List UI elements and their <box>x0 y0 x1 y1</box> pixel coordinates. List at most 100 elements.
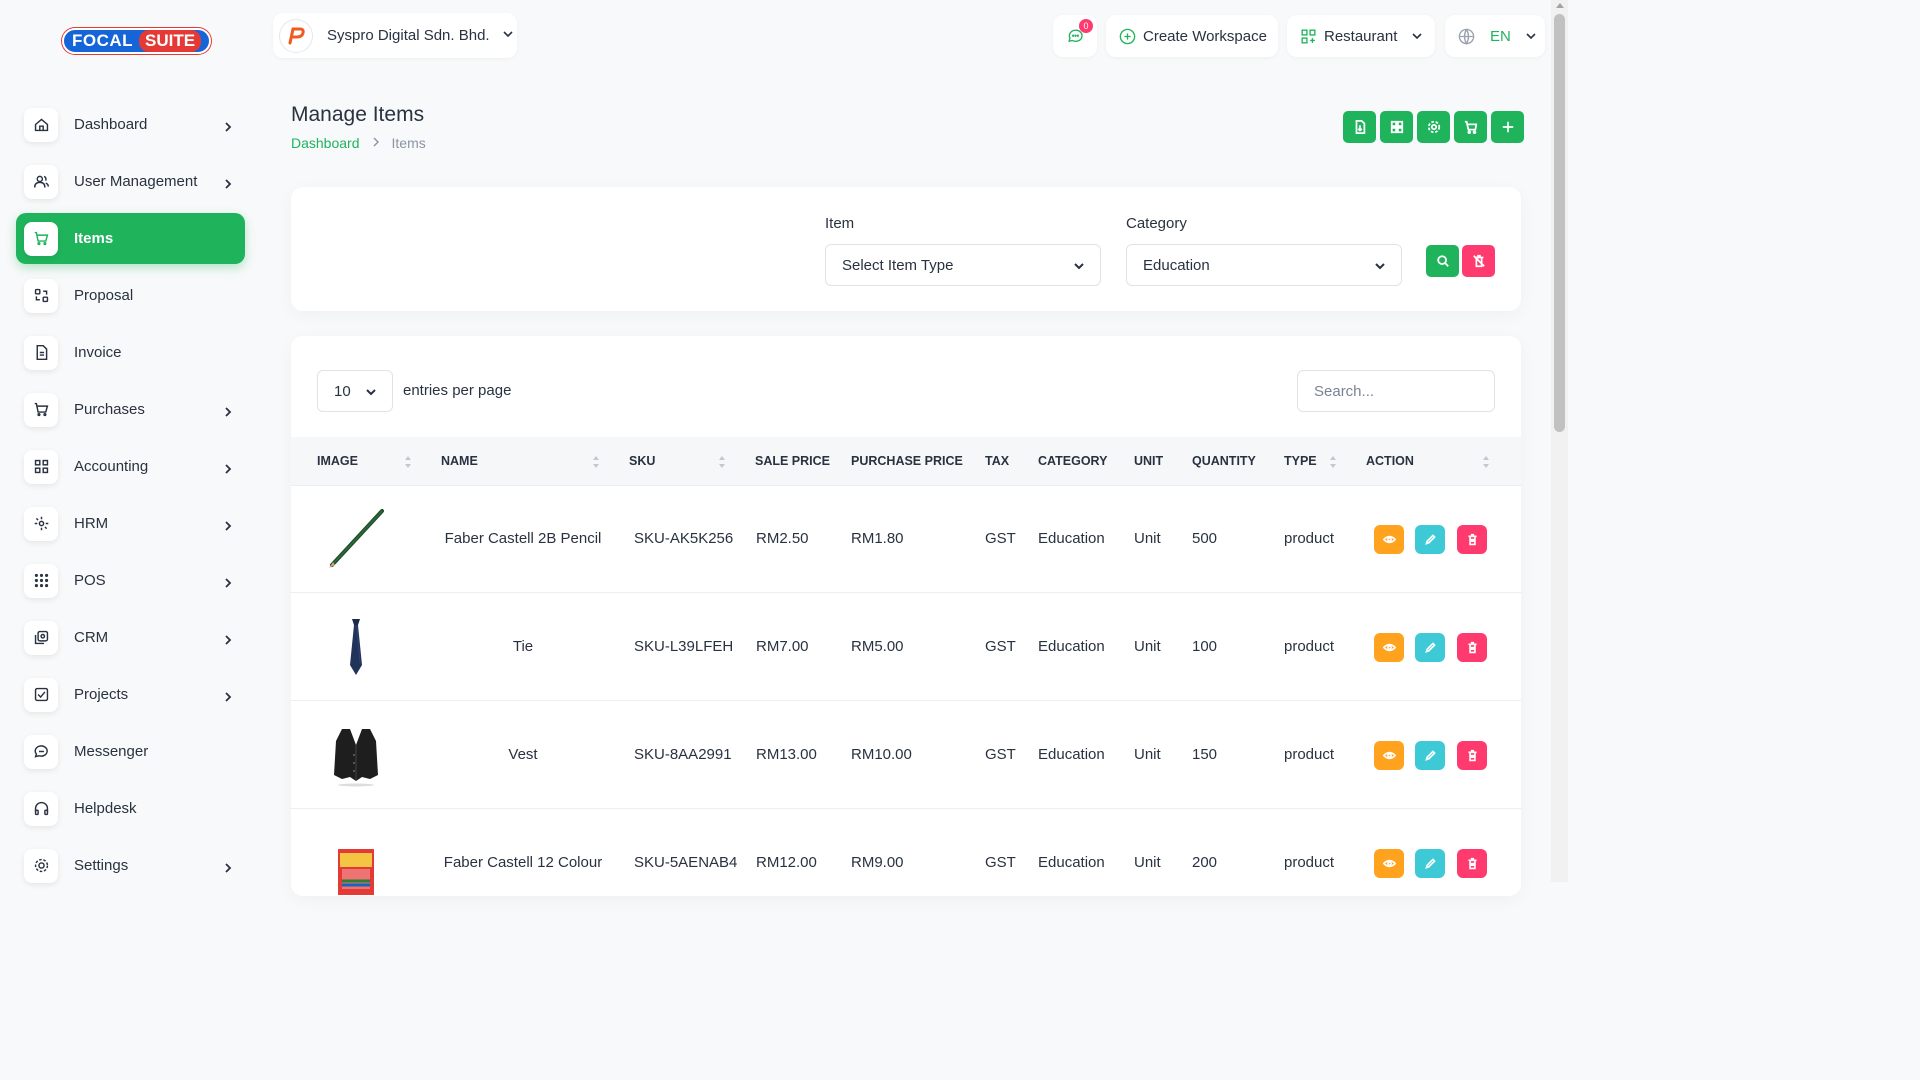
category-select[interactable]: Education <box>1126 244 1402 286</box>
create-workspace-button[interactable]: Create Workspace <box>1106 15 1278 57</box>
sort-icon[interactable] <box>718 454 726 470</box>
table-header: IMAGE NAME SKU SALE PRICE PURCHASE PRICE TAX C… <box>291 437 1521 486</box>
delete-button[interactable] <box>1457 525 1487 554</box>
users-icon <box>24 164 58 199</box>
cell-sale-price: RM7.00 <box>756 638 809 655</box>
plus-circle-icon <box>1119 28 1136 44</box>
page-scrollbar[interactable] <box>1551 0 1568 882</box>
company-switcher[interactable]: Syspro Digital Sdn. Bhd. <box>273 13 517 58</box>
eye-icon <box>1382 859 1396 868</box>
sidebar-item-hrm[interactable]: HRM <box>16 498 245 549</box>
sort-icon[interactable] <box>592 454 600 470</box>
edit-button[interactable] <box>1415 525 1445 554</box>
per-page-label: entries per page <box>403 382 512 399</box>
reset-filter-button[interactable] <box>1462 245 1495 277</box>
breadcrumb: Dashboard Items <box>291 135 426 151</box>
sort-icon[interactable] <box>1482 454 1490 470</box>
product-image <box>321 504 391 574</box>
pencil-icon <box>1424 750 1436 761</box>
gear-icon <box>1427 120 1440 134</box>
apply-filter-button[interactable] <box>1426 245 1459 277</box>
column-header-unit[interactable]: UNIT <box>1134 454 1163 468</box>
column-header-type[interactable]: TYPE <box>1284 454 1317 468</box>
scrollbar-thumb[interactable] <box>1554 14 1565 432</box>
chevron-down-icon <box>1412 33 1422 40</box>
import-button[interactable] <box>1343 111 1376 143</box>
cell-sku: SKU-5AENAB4 <box>634 854 738 871</box>
language-label: EN <box>1490 27 1511 45</box>
chevron-right-icon <box>223 461 233 474</box>
view-button[interactable] <box>1374 525 1404 554</box>
chevron-right-icon <box>223 176 233 189</box>
sidebar-item-dashboard[interactable]: Dashboard <box>16 99 245 150</box>
column-header-name[interactable]: NAME <box>441 454 478 468</box>
language-switcher[interactable]: EN <box>1445 15 1545 57</box>
sidebar-item-proposal[interactable]: Proposal <box>16 270 245 321</box>
cell-sale-price: RM12.00 <box>756 854 817 871</box>
edit-button[interactable] <box>1415 741 1445 770</box>
delete-button[interactable] <box>1457 633 1487 662</box>
items-table-card: 10 entries per page IMAGE NAME SKU SALE PRI… <box>291 336 1521 896</box>
sidebar-item-user-management[interactable]: User Management <box>16 156 245 207</box>
sidebar-item-items[interactable]: Items <box>16 213 245 264</box>
cart-button[interactable] <box>1454 111 1487 143</box>
delete-button[interactable] <box>1457 741 1487 770</box>
cell-type: product <box>1284 530 1335 547</box>
cell-name: Vest <box>508 746 538 763</box>
trash-icon <box>1467 641 1477 654</box>
cell-sku: SKU-AK5K256 <box>634 530 734 547</box>
table-search-input[interactable] <box>1297 370 1495 412</box>
cart-icon <box>24 392 58 427</box>
column-header-sku[interactable]: SKU <box>629 454 655 468</box>
hrm-icon <box>24 506 58 541</box>
logo-text-2: SUITE <box>139 30 202 52</box>
breadcrumb-dashboard[interactable]: Dashboard <box>291 135 360 151</box>
cell-sku: SKU-8AA2991 <box>634 746 732 763</box>
sidebar-item-projects[interactable]: Projects <box>16 669 245 720</box>
home-icon <box>24 107 58 142</box>
brand-logo[interactable]: FOCAL SUITE <box>62 28 212 54</box>
pencil-icon <box>1424 858 1436 869</box>
sidebar-item-helpdesk[interactable]: Helpdesk <box>16 783 245 834</box>
cell-sku: SKU-L39LFEH <box>634 638 734 655</box>
column-header-action[interactable]: ACTION <box>1366 454 1414 468</box>
sidebar-item-label: Items <box>74 230 114 247</box>
delete-button[interactable] <box>1457 849 1487 878</box>
grid-view-button[interactable] <box>1380 111 1413 143</box>
view-button[interactable] <box>1374 849 1404 878</box>
per-page-select[interactable]: 10 <box>317 370 393 412</box>
cell-purchase-price: RM9.00 <box>851 854 904 871</box>
checkbox-icon <box>24 677 58 712</box>
messages-button[interactable]: 0 <box>1053 15 1097 57</box>
column-header-image[interactable]: IMAGE <box>317 454 358 468</box>
sidebar-item-pos[interactable]: POS <box>16 555 245 606</box>
sidebar-item-settings[interactable]: Settings <box>16 840 245 891</box>
cell-type: product <box>1284 638 1335 655</box>
sort-icon[interactable] <box>1329 454 1337 470</box>
view-button[interactable] <box>1374 741 1404 770</box>
sidebar-item-messenger[interactable]: Messenger <box>16 726 245 777</box>
sidebar-item-label: Invoice <box>74 344 122 361</box>
sidebar-item-invoice[interactable]: Invoice <box>16 327 245 378</box>
sort-icon[interactable] <box>404 454 412 470</box>
column-header-sale-price[interactable]: SALE PRICE <box>755 454 830 468</box>
column-header-quantity[interactable]: QUANTITY <box>1192 454 1256 468</box>
sidebar-item-crm[interactable]: CRM <box>16 612 245 663</box>
sidebar-item-accounting[interactable]: Accounting <box>16 441 245 492</box>
edit-button[interactable] <box>1415 633 1445 662</box>
trash-icon <box>1467 533 1477 546</box>
item-type-select[interactable]: Select Item Type <box>825 244 1101 286</box>
column-header-category[interactable]: CATEGORY <box>1038 454 1107 468</box>
settings-button[interactable] <box>1417 111 1450 143</box>
column-header-tax[interactable]: TAX <box>985 454 1009 468</box>
company-logo-icon <box>279 18 313 53</box>
view-button[interactable] <box>1374 633 1404 662</box>
workspace-switcher[interactable]: Restaurant <box>1287 15 1435 57</box>
column-header-purchase-price[interactable]: PURCHASE PRICE <box>851 454 963 468</box>
sidebar-item-label: Purchases <box>74 401 145 418</box>
sidebar-item-label: CRM <box>74 629 109 646</box>
sidebar-item-purchases[interactable]: Purchases <box>16 384 245 435</box>
add-item-button[interactable] <box>1491 111 1524 143</box>
scroll-up-arrow-icon[interactable] <box>1556 3 1564 8</box>
edit-button[interactable] <box>1415 849 1445 878</box>
